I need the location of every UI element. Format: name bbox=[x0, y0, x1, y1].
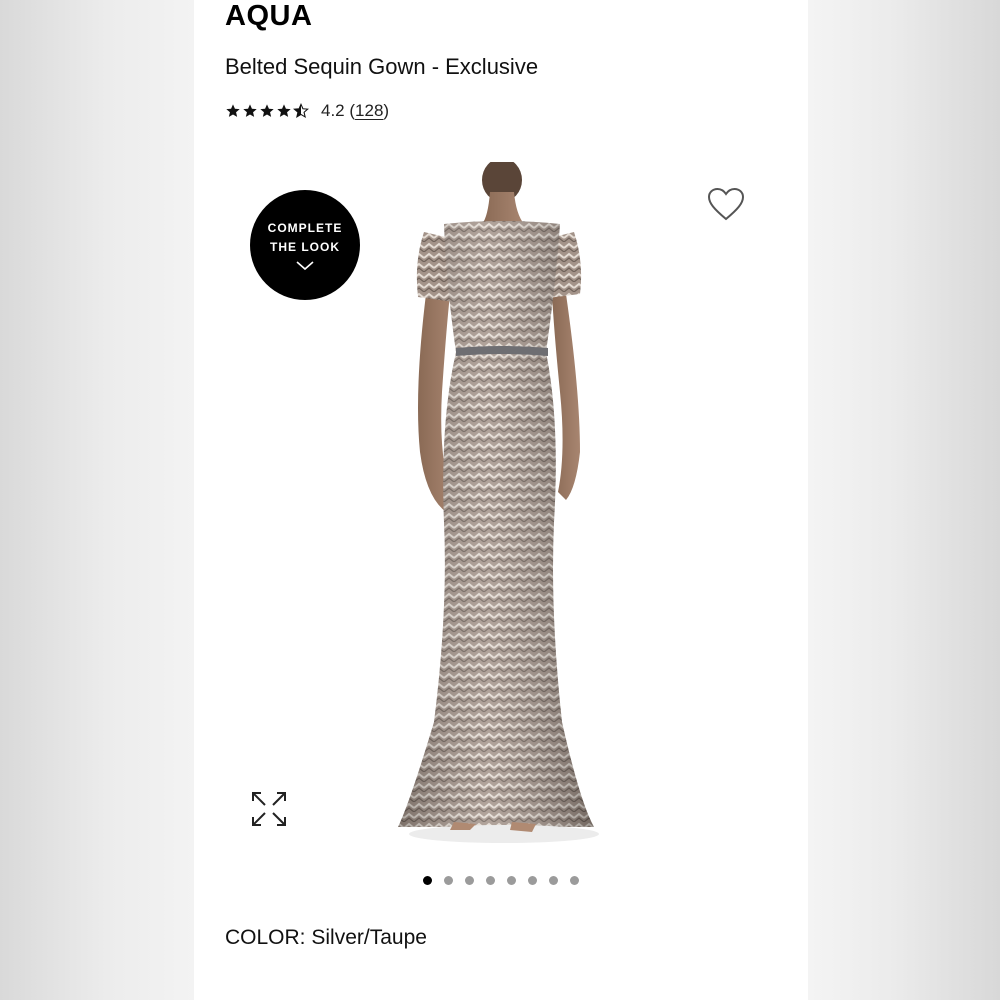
chevron-down-icon bbox=[296, 261, 314, 271]
star-icon bbox=[226, 104, 240, 117]
product-image bbox=[398, 162, 599, 843]
product-title: Belted Sequin Gown - Exclusive bbox=[225, 54, 539, 79]
product-image-gallery[interactable]: COMPLETE THE LOOK bbox=[194, 150, 808, 865]
expand-icon[interactable] bbox=[250, 790, 288, 828]
badge-line-1: COMPLETE bbox=[267, 221, 343, 235]
carousel-dot[interactable] bbox=[507, 876, 516, 885]
star-icon bbox=[260, 104, 274, 117]
brand-name[interactable]: AQUA bbox=[225, 0, 312, 33]
color-label: COLOR: bbox=[225, 926, 306, 949]
review-count-link[interactable]: 128 bbox=[355, 101, 383, 121]
carousel-dot[interactable] bbox=[444, 876, 453, 885]
star-half-icon bbox=[293, 103, 309, 119]
review-count-open: ( bbox=[344, 101, 356, 120]
product-page: AQUA Belted Sequin Gown - Exclusive 4.2 … bbox=[194, 0, 808, 1000]
carousel-pagination bbox=[194, 876, 808, 885]
rating-stars bbox=[225, 103, 309, 119]
carousel-dot[interactable] bbox=[465, 876, 474, 885]
color-value: Silver/Taupe bbox=[311, 926, 427, 949]
carousel-dot[interactable] bbox=[486, 876, 495, 885]
carousel-dot[interactable] bbox=[423, 876, 432, 885]
left-background bbox=[0, 0, 194, 1000]
review-count-close: ) bbox=[383, 101, 390, 120]
star-icon bbox=[277, 104, 291, 117]
rating-value: 4.2 bbox=[321, 101, 345, 120]
carousel-dot[interactable] bbox=[528, 876, 537, 885]
carousel-dot[interactable] bbox=[549, 876, 558, 885]
right-background bbox=[808, 0, 1000, 1000]
carousel-dot[interactable] bbox=[570, 876, 579, 885]
star-icon bbox=[243, 104, 257, 117]
badge-line-2: THE LOOK bbox=[270, 240, 340, 254]
color-selection: COLOR: Silver/Taupe bbox=[225, 926, 427, 950]
rating-row[interactable]: 4.2 (128) bbox=[225, 98, 389, 124]
heart-icon[interactable] bbox=[706, 186, 746, 222]
complete-the-look-button[interactable]: COMPLETE THE LOOK bbox=[250, 190, 360, 300]
